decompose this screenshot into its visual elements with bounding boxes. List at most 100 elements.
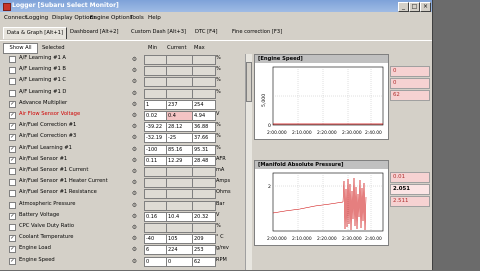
- parameter-row[interactable]: A/F Learning #1 C ⚙%: [3, 76, 247, 88]
- parameter-current: [166, 189, 193, 200]
- menu-logging[interactable]: Logging: [26, 15, 48, 21]
- x-tick-label: 2:20.000: [317, 236, 337, 242]
- menu-help[interactable]: Help: [148, 15, 161, 21]
- settings-icon[interactable]: ⚙: [131, 90, 138, 97]
- parameter-row[interactable]: ✓ Advance Multiplier ⚙ 1 237 254: [3, 99, 247, 110]
- settings-icon[interactable]: ⚙: [131, 202, 138, 209]
- tab-custom-dash[interactable]: Custom Dash [Alt+3]: [131, 27, 186, 38]
- settings-icon[interactable]: ⚙: [131, 101, 138, 108]
- parameter-checkbox[interactable]: [9, 67, 16, 75]
- settings-icon[interactable]: ⚙: [131, 168, 138, 175]
- parameter-unit: %: [216, 55, 221, 61]
- parameter-checkbox[interactable]: [9, 201, 16, 209]
- settings-icon[interactable]: ⚙: [131, 112, 138, 119]
- settings-icon[interactable]: ⚙: [131, 190, 138, 197]
- parameter-row[interactable]: Air/Fuel Sensor #1 Resistance ⚙ Ohms: [3, 188, 247, 200]
- settings-icon[interactable]: ⚙: [131, 213, 138, 220]
- settings-icon[interactable]: ⚙: [131, 224, 138, 231]
- list-scrollbar[interactable]: [245, 54, 252, 270]
- parameter-row[interactable]: ✓ Engine Speed ⚙ 0 0 62 RPM: [3, 256, 247, 267]
- parameter-checkbox[interactable]: ✓: [9, 100, 16, 108]
- engine-speed-plot: 5,000 0 2:00.000 2:10.000 2:20.000 2:30.…: [261, 66, 384, 136]
- maximize-button[interactable]: □: [409, 2, 420, 12]
- settings-icon[interactable]: ⚙: [131, 258, 138, 265]
- parameter-name: Atmospheric Pressure: [19, 200, 76, 207]
- minimize-button[interactable]: _: [398, 2, 409, 12]
- parameter-checkbox[interactable]: [9, 224, 16, 231]
- parameter-min: 0: [144, 256, 167, 267]
- scrollbar-thumb[interactable]: [246, 62, 252, 102]
- parameter-row[interactable]: ✓ Coolant Temperature ⚙ -40 105 209 ° C: [3, 233, 247, 245]
- parameter-current: 85.16: [166, 144, 193, 155]
- show-all-button[interactable]: Show All: [3, 43, 38, 54]
- tab-dashboard[interactable]: Dashboard [Alt+2]: [70, 27, 119, 38]
- parameter-row[interactable]: A/F Learning #1 D ⚙%: [3, 88, 247, 99]
- parameter-row[interactable]: Air/Fuel Sensor #1 Current ⚙ mA: [3, 166, 247, 177]
- parameter-checkbox[interactable]: ✓: [9, 156, 16, 164]
- parameter-row[interactable]: A/F Learning #1 B ⚙%: [3, 65, 247, 77]
- parameter-row[interactable]: ✓ Air/Fuel Correction #3 ⚙ -32.19 -25 37.66%: [3, 132, 247, 144]
- settings-icon[interactable]: ⚙: [131, 56, 138, 63]
- parameter-name: Air/Fuel Sensor #1 Current: [19, 167, 89, 173]
- tab-fine-correction[interactable]: Fine correction [F3]: [232, 27, 282, 38]
- parameter-min: 0.02: [144, 111, 167, 121]
- parameter-checkbox[interactable]: [9, 168, 16, 175]
- parameter-checkbox[interactable]: ✓: [9, 212, 16, 220]
- menu-engine-options[interactable]: Engine Options: [90, 15, 133, 21]
- parameter-max: [192, 200, 216, 211]
- min-header: Min: [148, 45, 158, 51]
- close-button[interactable]: ×: [420, 2, 431, 12]
- parameter-checkbox[interactable]: ✓: [9, 123, 16, 131]
- parameter-checkbox[interactable]: ✓: [9, 145, 16, 153]
- parameter-unit: %: [216, 133, 221, 140]
- settings-icon[interactable]: ⚙: [131, 246, 138, 253]
- parameter-checkbox[interactable]: ✓: [9, 134, 16, 142]
- parameter-checkbox[interactable]: [9, 179, 16, 187]
- parameter-row[interactable]: CPC Valve Duty Ratio ⚙%: [3, 222, 247, 233]
- parameter-checkbox[interactable]: [9, 78, 16, 86]
- settings-icon[interactable]: ⚙: [131, 146, 138, 153]
- parameter-checkbox[interactable]: ✓: [9, 235, 16, 243]
- settings-icon[interactable]: ⚙: [131, 78, 138, 85]
- parameter-name: Air/Fuel Sensor #1: [19, 155, 68, 162]
- parameter-row[interactable]: ✓ Air/Fuel Learning #1 ⚙ -100 85.16 95.31%: [3, 144, 247, 155]
- parameter-checkbox[interactable]: ✓: [9, 246, 16, 254]
- settings-icon[interactable]: ⚙: [131, 235, 138, 242]
- parameter-min: [144, 88, 167, 99]
- parameter-checkbox[interactable]: ✓: [9, 112, 16, 119]
- parameter-row[interactable]: ✓ Air/Fuel Correction #1 ⚙ -39.22 28.12 36.88…: [3, 121, 247, 133]
- parameter-row[interactable]: ✓ Battery Voltage ⚙ 0.16 10.4 20.32 V: [3, 211, 247, 222]
- parameter-row[interactable]: ✓ Engine Load ⚙ 6 224 253 g/rev: [3, 244, 247, 256]
- parameter-min: -39.22: [144, 122, 167, 133]
- settings-icon[interactable]: ⚙: [131, 67, 138, 74]
- parameter-row[interactable]: ✓ Air Flow Sensor Voltage ⚙ 0.02 0.4 4.94 V: [3, 110, 247, 121]
- settings-icon[interactable]: ⚙: [131, 123, 138, 130]
- parameter-name: A/F Learning #1 D: [19, 88, 67, 95]
- engine-speed-ytick: 5,000: [261, 94, 267, 107]
- selected-tab[interactable]: Selected: [42, 45, 65, 51]
- parameter-checkbox[interactable]: ✓: [9, 257, 16, 265]
- settings-icon[interactable]: ⚙: [131, 157, 138, 164]
- settings-icon[interactable]: ⚙: [131, 134, 138, 141]
- parameter-name: Engine Load: [19, 245, 51, 252]
- parameter-current: 237: [166, 99, 193, 110]
- settings-icon[interactable]: ⚙: [131, 179, 138, 186]
- parameter-checkbox[interactable]: [9, 56, 16, 63]
- parameter-row[interactable]: ✓ Air/Fuel Sensor #1 ⚙ 0.11 12.29 28.48 AFR: [3, 155, 247, 166]
- parameter-unit: mA: [216, 167, 225, 173]
- parameter-current: 105: [166, 234, 193, 245]
- parameter-unit: Bar: [216, 200, 225, 207]
- parameter-min: -100: [144, 144, 167, 155]
- parameter-name: A/F Learning #1 B: [19, 66, 66, 73]
- parameter-row[interactable]: Air/Fuel Sensor #1 Heater Current ⚙ Amps: [3, 177, 247, 189]
- menu-tools[interactable]: Tools: [130, 15, 144, 21]
- parameter-max: 95.31: [192, 144, 216, 155]
- parameter-checkbox[interactable]: [9, 89, 16, 97]
- tab-data-graph[interactable]: Data & Graph [Alt+1]: [3, 27, 68, 39]
- parameter-row[interactable]: Atmospheric Pressure ⚙ Bar: [3, 200, 247, 211]
- parameter-checkbox[interactable]: [9, 190, 16, 198]
- menu-connect[interactable]: Connect: [4, 15, 27, 21]
- parameter-unit: %: [216, 77, 221, 84]
- parameter-row[interactable]: A/F Learning #1 A ⚙%: [3, 54, 247, 65]
- tab-dtc[interactable]: DTC [F4]: [195, 27, 217, 38]
